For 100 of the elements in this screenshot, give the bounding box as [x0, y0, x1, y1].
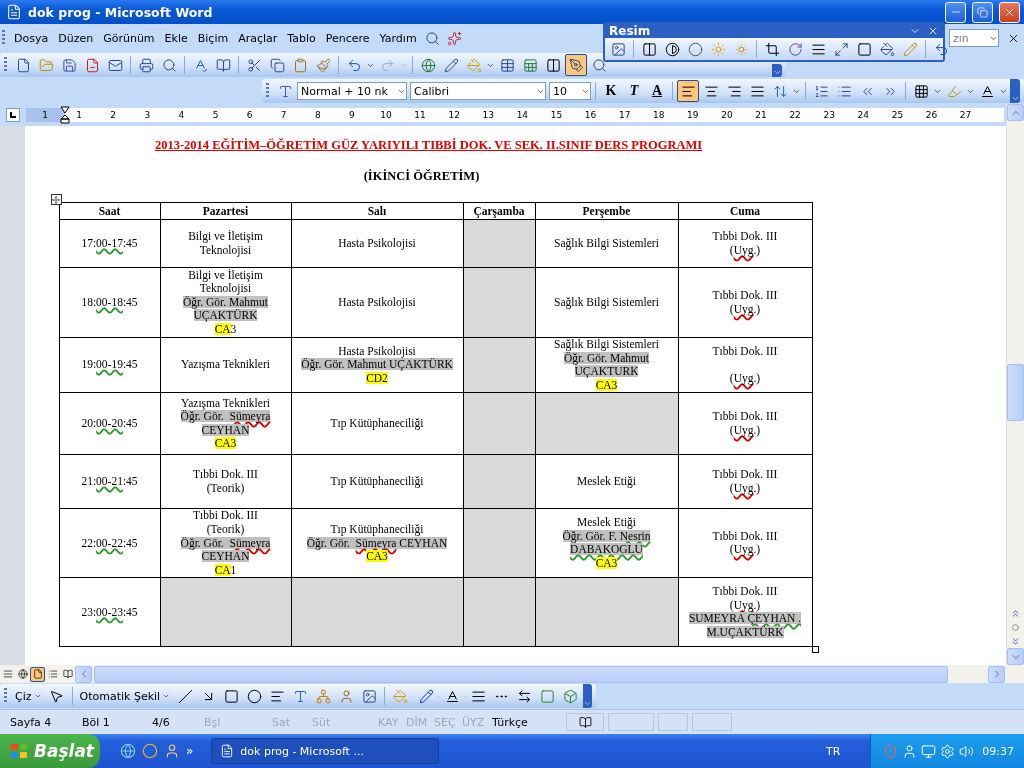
menu-item[interactable]: Tablo: [282, 28, 321, 48]
cube-icon[interactable]: [562, 688, 578, 704]
printer-icon[interactable]: [138, 57, 154, 73]
line-style-icon[interactable]: [470, 688, 486, 704]
ruler-number: 14: [515, 110, 530, 120]
paste-icon[interactable]: [292, 57, 308, 73]
view-button[interactable]: [15, 666, 30, 682]
rectangle-icon[interactable]: [223, 688, 239, 704]
pen-icon: [568, 57, 584, 73]
oval-icon[interactable]: [246, 688, 262, 704]
diagram-icon[interactable]: [315, 688, 331, 704]
cell-text: CA1: [214, 563, 237, 576]
more-button[interactable]: »: [186, 744, 194, 758]
autoshapes-menu[interactable]: Otomatik Şekil: [76, 689, 174, 703]
circle-icon[interactable]: [142, 743, 158, 759]
pen-icon[interactable]: [418, 688, 434, 704]
format-painter-icon[interactable]: [315, 57, 331, 73]
document-icon: [6, 4, 22, 20]
table-icon[interactable]: [499, 57, 515, 73]
line-icon[interactable]: [177, 688, 193, 704]
user-icon[interactable]: [902, 743, 918, 759]
spreadsheet-icon[interactable]: [522, 57, 538, 73]
bulleted-list-icon[interactable]: [836, 83, 852, 99]
pointer-icon[interactable]: [49, 688, 64, 704]
ruler-number: 10: [379, 110, 393, 120]
menu-item[interactable]: Düzen: [53, 28, 99, 48]
crop-icon[interactable]: [764, 41, 780, 57]
save-icon[interactable]: [61, 57, 77, 73]
insert-picture-icon[interactable]: [610, 41, 626, 57]
draw-menu[interactable]: Çiz: [12, 689, 45, 703]
person-icon[interactable]: [338, 688, 354, 704]
cell-text: Teknolojisi: [199, 243, 252, 256]
book-icon[interactable]: [215, 57, 231, 73]
globe-icon[interactable]: [120, 743, 136, 759]
view-button[interactable]: [30, 666, 45, 682]
letter-icon[interactable]: [292, 688, 308, 704]
magnifier-icon[interactable]: [591, 57, 607, 73]
tab-selector[interactable]: [6, 108, 20, 122]
menu-item[interactable]: Araçlar: [233, 28, 283, 48]
copy-icon[interactable]: [269, 57, 285, 73]
ruler-number: 13: [481, 110, 495, 120]
menu-item[interactable]: Dosya: [9, 28, 54, 48]
format-button[interactable]: K: [600, 80, 622, 102]
style-field[interactable]: Normal + 10 nk: [297, 82, 407, 100]
pencil-icon[interactable]: [443, 57, 459, 73]
menu-item[interactable]: Biçim: [192, 28, 234, 48]
horizontal-scroll-thumb[interactable]: [94, 665, 948, 683]
double-down-icon: [1010, 635, 1021, 647]
help-field[interactable]: zın: [949, 29, 999, 47]
sphere-icon[interactable]: [687, 41, 703, 57]
cell-text: Tıbbi Dok. III: [193, 509, 258, 522]
monitor-icon[interactable]: [921, 743, 937, 759]
settings-icon[interactable]: [940, 743, 956, 759]
format-button[interactable]: T: [623, 80, 645, 102]
menu-item[interactable]: Pencere: [320, 28, 375, 48]
status-panel: [658, 713, 688, 731]
preview-icon[interactable]: [425, 30, 441, 46]
taskbar-button[interactable]: dok prog - Microsoft ...: [211, 738, 440, 764]
border-icon[interactable]: [913, 83, 929, 99]
numbered-list-icon[interactable]: [813, 83, 829, 99]
table-resize-handle[interactable]: [812, 646, 819, 654]
toolbar-options-button[interactable]: [583, 684, 592, 708]
caret-icon: [583, 699, 592, 708]
menu-item[interactable]: Yardım: [374, 28, 422, 48]
font-color-icon[interactable]: [444, 688, 460, 704]
columns-icon[interactable]: [545, 57, 561, 73]
new-document-icon[interactable]: [15, 57, 31, 73]
font-color-icon[interactable]: [979, 83, 995, 99]
table-move-handle[interactable]: [50, 194, 62, 205]
toolbar-options-button[interactable]: [1010, 79, 1020, 103]
scroll-thumb[interactable]: [1007, 364, 1024, 421]
arrow-style-icon[interactable]: [516, 688, 532, 704]
person-icon[interactable]: [164, 743, 180, 759]
globe-icon[interactable]: [420, 57, 436, 73]
menu-item[interactable]: Görünüm: [98, 28, 160, 48]
contrast-icon[interactable]: [664, 41, 680, 57]
speaker-icon[interactable]: [959, 743, 975, 759]
language-indicator[interactable]: TR: [825, 744, 841, 758]
format-button[interactable]: A: [646, 80, 668, 102]
indent-marker-icon[interactable]: [60, 106, 70, 124]
print-preview-icon[interactable]: [161, 57, 177, 73]
line-spacing-icon[interactable]: [772, 83, 788, 99]
mail-icon[interactable]: [107, 57, 123, 73]
close-button[interactable]: [999, 1, 1020, 23]
drawing-button[interactable]: [565, 54, 587, 76]
cut-icon[interactable]: [246, 57, 262, 73]
minimize-button[interactable]: [945, 1, 966, 23]
menu-item[interactable]: Ekle: [159, 28, 193, 48]
toolbar-options-button[interactable]: [772, 64, 782, 77]
line-style-icon[interactable]: [810, 41, 826, 57]
rotate-icon[interactable]: [787, 41, 803, 57]
document-minus-icon[interactable]: [84, 57, 100, 73]
restore-button[interactable]: [972, 1, 993, 23]
font-size-field[interactable]: 10: [549, 82, 591, 100]
image-icon[interactable]: [361, 688, 377, 704]
font-field[interactable]: Calibri: [410, 82, 546, 100]
reset-picture-icon[interactable]: [933, 41, 949, 57]
restore-icon: [977, 6, 988, 18]
open-folder-icon[interactable]: [38, 57, 54, 73]
undo-icon[interactable]: [346, 57, 362, 73]
